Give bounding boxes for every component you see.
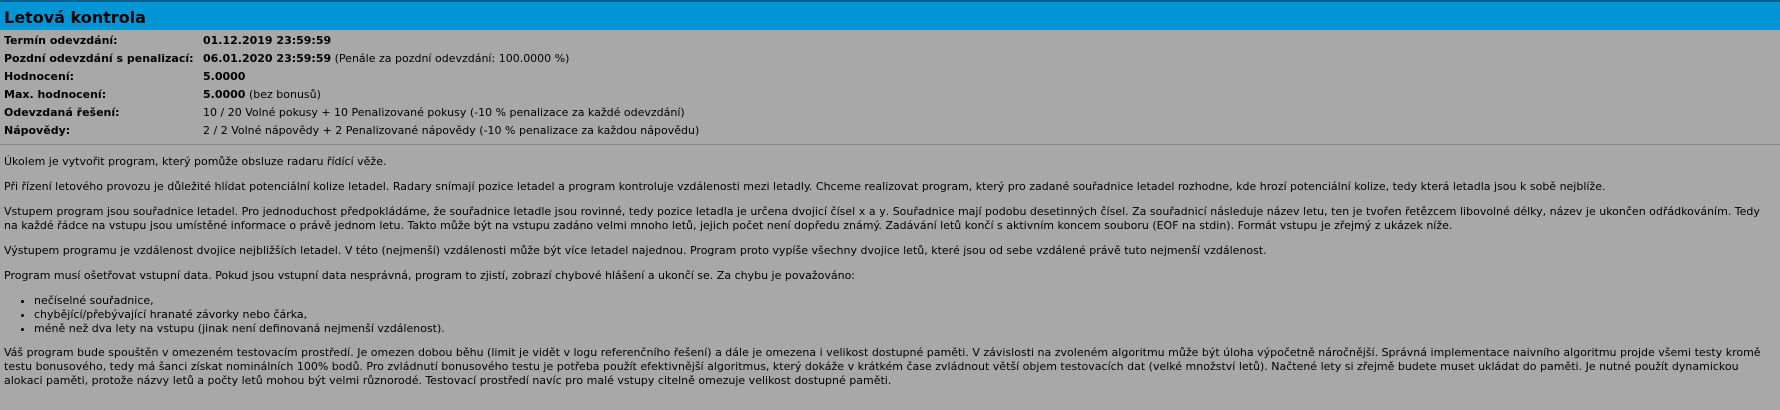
page-title: Letová kontrola — [4, 8, 146, 27]
list-item: méně než dva lety na vstupu (jinak není … — [34, 322, 1774, 336]
hints-value: 2 / 2 Volné nápovědy + 2 Penalizované ná… — [203, 124, 700, 137]
task-info-panel: Termín odevzdání: 01.12.2019 23:59:59 Po… — [0, 30, 1780, 145]
rating-value: 5.0000 — [203, 70, 246, 83]
max-rating-value: 5.0000 — [203, 88, 246, 101]
list-item: chybějící/přebývající hranaté závorky ne… — [34, 308, 1774, 322]
submitted-label: Odevzdaná řešení: — [4, 106, 120, 119]
input-paragraph: Vstupem program jsou souřadnice letadel.… — [4, 205, 1760, 232]
deadline-label: Termín odevzdání: — [4, 34, 118, 47]
output-paragraph: Výstupem programu je vzdálenost dvojice … — [4, 244, 1267, 257]
title-bar: Letová kontrola — [0, 0, 1780, 30]
submitted-value: 10 / 20 Volné pokusy + 10 Penalizované p… — [203, 106, 685, 119]
collision-paragraph: Při řízení letového provozu je důležité … — [4, 180, 1606, 193]
validation-paragraph: Program musí ošetřovat vstupní data. Pok… — [4, 269, 856, 282]
rating-label: Hodnocení: — [4, 70, 75, 83]
late-value: 06.01.2020 23:59:59 — [203, 52, 332, 65]
deadline-value: 01.12.2019 23:59:59 — [203, 34, 332, 47]
late-label: Pozdní odevzdání s penalizací: — [4, 52, 194, 65]
environment-paragraph: Váš program bude spouštěn v omezeném tes… — [4, 346, 1761, 387]
page: Letová kontrola Termín odevzdání: 01.12.… — [0, 0, 1780, 410]
intro-paragraph: Úkolem je vytvořit program, který pomůže… — [4, 155, 387, 168]
task-description: Úkolem je vytvořit program, který pomůže… — [4, 146, 1774, 399]
error-list: nečíselné souřadnice, chybějící/přebývaj… — [4, 294, 1774, 336]
late-note: (Penále za pozdní odevzdání: 100.0000 %) — [334, 52, 570, 65]
hints-label: Nápovědy: — [4, 124, 71, 137]
max-rating-note: (bez bonusů) — [248, 88, 321, 101]
coord-y: y — [879, 205, 886, 218]
coord-x: x — [858, 205, 866, 218]
max-rating-label: Max. hodnocení: — [4, 88, 107, 101]
list-item: nečíselné souřadnice, — [34, 294, 1774, 308]
